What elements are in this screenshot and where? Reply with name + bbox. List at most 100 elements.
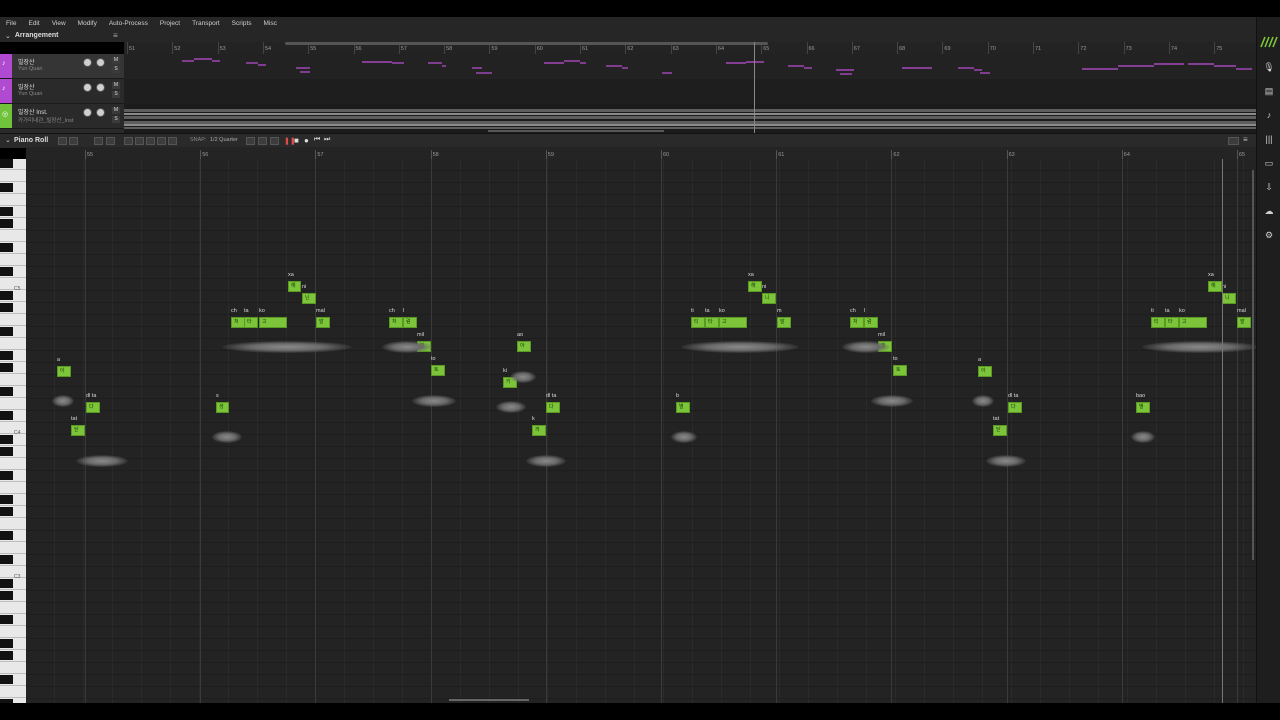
view-toggle-icon[interactable] [1228, 137, 1239, 145]
pitch-tool-icon[interactable] [94, 137, 103, 145]
note-block[interactable]: 처 [231, 317, 245, 328]
note-block[interactable]: 생 [216, 402, 229, 413]
volume-knob[interactable] [83, 58, 92, 67]
note-block[interactable]: 타 [705, 317, 719, 328]
black-key[interactable] [0, 639, 13, 648]
note-block[interactable]: 럼 [403, 317, 417, 328]
track-lane-2[interactable] [124, 79, 1256, 104]
piano-roll-v-scrollbar[interactable] [1252, 170, 1254, 560]
arrangement-bottom-scrollbar[interactable] [488, 130, 664, 132]
note-block[interactable]: 닫 [993, 425, 1007, 436]
menu-item-misc[interactable]: Misc [264, 20, 277, 27]
black-key[interactable] [0, 447, 13, 456]
keyboard-icon[interactable]: ▤ [1263, 85, 1275, 97]
black-key[interactable] [0, 291, 13, 300]
gear-icon[interactable]: ⚙ [1263, 229, 1275, 241]
note-block[interactable]: 고 [1179, 317, 1207, 328]
note-block[interactable]: 말 [1237, 317, 1251, 328]
solo-button[interactable]: S [112, 91, 120, 98]
pan-knob[interactable] [96, 108, 105, 117]
menu-item-project[interactable]: Project [160, 20, 180, 27]
mute-button[interactable]: M [112, 107, 120, 114]
note-block[interactable]: 토 [893, 365, 907, 376]
metronome-icon[interactable] [270, 137, 279, 145]
note-block[interactable]: 처 [850, 317, 864, 328]
note-block[interactable]: 해 [748, 281, 762, 292]
piano-keyboard[interactable]: C5 C4 C3 [0, 159, 26, 710]
note-block[interactable]: 아 [978, 366, 992, 377]
snap-value-select[interactable]: 1/2 Quarter [210, 137, 238, 143]
track-name[interactable]: 빌장산 Inst. [18, 107, 48, 116]
black-key[interactable] [0, 507, 13, 516]
black-key[interactable] [0, 555, 13, 564]
black-key[interactable] [0, 495, 13, 504]
menu-item-edit[interactable]: Edit [28, 20, 39, 27]
note-block[interactable]: 처 [389, 317, 403, 328]
black-key[interactable] [0, 351, 13, 360]
menu-item-scripts[interactable]: Scripts [232, 20, 252, 27]
triplet-toggle-icon[interactable] [246, 137, 255, 145]
black-key[interactable] [0, 327, 13, 336]
note-block[interactable]: 토 [431, 365, 445, 376]
pan-knob[interactable] [96, 83, 105, 92]
volume-knob[interactable] [83, 83, 92, 92]
note-block[interactable]: 닫 [71, 425, 85, 436]
note-block[interactable]: 해 [1208, 281, 1222, 292]
volume-knob[interactable] [83, 108, 92, 117]
note-block[interactable]: 다 [1008, 402, 1022, 413]
music-note-icon[interactable]: ♪ [1263, 109, 1275, 121]
mixer-icon[interactable]: ||| [1263, 133, 1275, 145]
curve-tool-icon[interactable] [124, 137, 133, 145]
note-block[interactable]: 니 [1222, 293, 1236, 304]
pan-knob[interactable] [96, 58, 105, 67]
solo-button[interactable]: S [112, 66, 120, 73]
note-block[interactable]: 별 [1136, 402, 1150, 413]
arrangement-playhead[interactable] [754, 42, 755, 133]
black-key[interactable] [0, 651, 13, 660]
note-block[interactable]: 말 [777, 317, 791, 328]
black-key[interactable] [0, 579, 13, 588]
black-key[interactable] [0, 207, 13, 216]
black-key[interactable] [0, 219, 13, 228]
arrangement-h-scrollbar[interactable] [285, 42, 768, 45]
black-key[interactable] [0, 363, 13, 372]
black-key[interactable] [0, 435, 13, 444]
note-block[interactable]: 까 [532, 425, 546, 436]
menu-item-view[interactable]: View [52, 20, 66, 27]
track-lanes[interactable] [124, 54, 1256, 133]
black-key[interactable] [0, 243, 13, 252]
black-key[interactable] [0, 591, 13, 600]
mode-tool-icon[interactable] [146, 137, 155, 145]
black-key[interactable] [0, 675, 13, 684]
microphone-icon[interactable]: 🎙 [1263, 61, 1275, 73]
vibrato-tool-icon[interactable] [106, 137, 115, 145]
collapse-chevron-icon[interactable]: ⌄ [5, 32, 11, 40]
track-lane-1[interactable] [124, 54, 1256, 79]
note-block[interactable]: 티 [691, 317, 705, 328]
track-header[interactable]: ◎ 빌장산 Inst. 카가미내관_빌장산_Inst M S [0, 104, 124, 129]
menu-item-file[interactable]: File [6, 20, 16, 27]
note-block[interactable]: 닌 [302, 293, 316, 304]
loop-icon[interactable] [258, 137, 267, 145]
menu-icon[interactable]: ≡ [113, 31, 118, 40]
collapse-chevron-icon[interactable]: ⌄ [5, 136, 11, 144]
note-block[interactable]: 별 [676, 402, 690, 413]
note-block[interactable]: 고 [259, 317, 287, 328]
note-block[interactable]: 니 [762, 293, 776, 304]
menu-item-auto-process[interactable]: Auto-Process [109, 20, 148, 27]
stop-icon[interactable]: ■ [294, 136, 299, 145]
black-key[interactable] [0, 471, 13, 480]
export-icon[interactable]: ⇩ [1263, 181, 1275, 193]
track-name[interactable]: 빌장산 [18, 82, 35, 91]
note-block[interactable]: 아 [57, 366, 71, 377]
black-key[interactable] [0, 615, 13, 624]
track-header[interactable]: ♪ 빌장산 Yun Quan M S [0, 79, 124, 104]
pen-tool-icon[interactable] [69, 137, 78, 145]
notepad-icon[interactable]: ▭ [1263, 157, 1275, 169]
record-icon[interactable]: ● [304, 136, 309, 145]
pointer-tool-icon[interactable] [58, 137, 67, 145]
note-block[interactable]: 고 [719, 317, 747, 328]
note-block[interactable]: 다 [86, 402, 100, 413]
track-name[interactable]: 빌장산 [18, 57, 35, 66]
note-block[interactable]: 타 [244, 317, 258, 328]
